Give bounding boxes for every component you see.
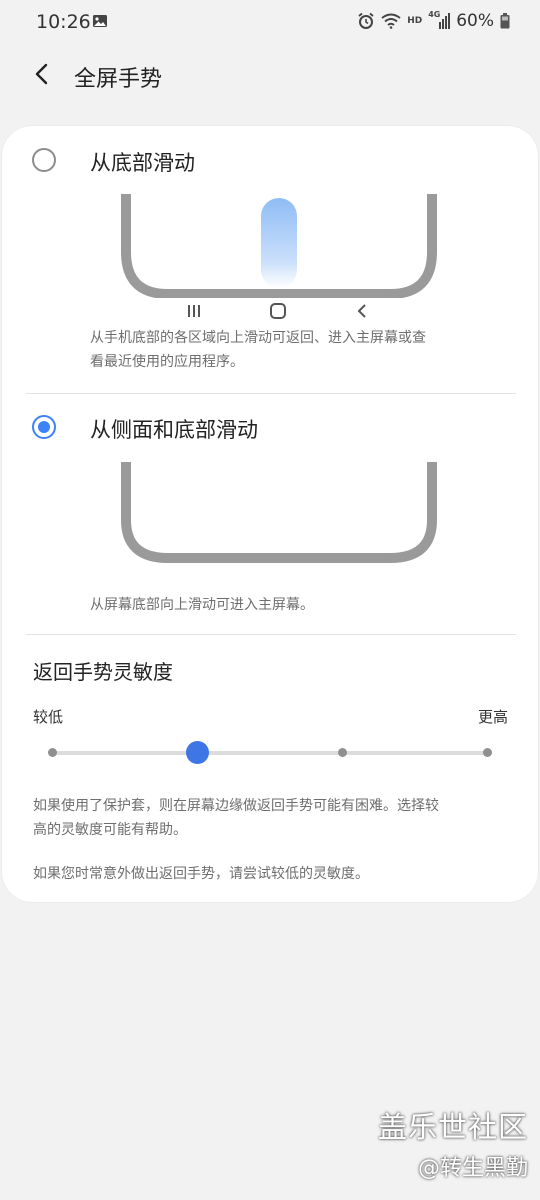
watermark-author: @转生黑勤 bbox=[417, 1156, 528, 1181]
status-bar: 10:26 HD 4G 60% bbox=[0, 0, 540, 44]
status-time: 10:26 bbox=[36, 11, 91, 33]
wifi-icon bbox=[381, 13, 401, 29]
sensitivity-section: 返回手势灵敏度 较低 更高 如果使用了保护套，则在屏幕边缘做返回手势可能有困难。… bbox=[2, 126, 538, 902]
help-text-line-1: 如果使用了保护套，则在屏幕边缘做返回手势可能有困难。选择较 bbox=[33, 798, 439, 814]
battery-icon bbox=[500, 13, 510, 29]
hd-icon: HD bbox=[407, 16, 423, 26]
help-text-protective-case: 如果使用了保护套，则在屏幕边缘做返回手势可能有困难。选择较 高的灵敏度可能有帮助… bbox=[33, 794, 513, 842]
watermark-community: 盖乐世社区 bbox=[377, 1110, 528, 1144]
slider-stop[interactable] bbox=[338, 748, 347, 757]
chevron-left-icon bbox=[34, 62, 50, 90]
slider-label-high: 更高 bbox=[477, 708, 508, 726]
back-button[interactable] bbox=[26, 60, 58, 92]
alarm-icon bbox=[357, 12, 375, 30]
section-title-sensitivity: 返回手势灵敏度 bbox=[33, 660, 173, 684]
help-text-line-2: 高的灵敏度可能有帮助。 bbox=[33, 822, 187, 838]
battery-percent: 60% bbox=[456, 11, 494, 31]
sensitivity-slider-thumb[interactable] bbox=[186, 741, 209, 764]
slider-label-low: 较低 bbox=[33, 708, 64, 726]
slider-stop[interactable] bbox=[483, 748, 492, 757]
sensitivity-slider-track[interactable] bbox=[52, 751, 488, 755]
page-title: 全屏手势 bbox=[74, 67, 163, 92]
slider-stop[interactable] bbox=[48, 748, 57, 757]
gallery-icon bbox=[92, 13, 108, 29]
help-text-accidental: 如果您时常意外做出返回手势，请尝试较低的灵敏度。 bbox=[33, 866, 369, 882]
app-bar: 全屏手势 bbox=[0, 52, 540, 100]
signal-icon: 4G bbox=[428, 10, 451, 30]
